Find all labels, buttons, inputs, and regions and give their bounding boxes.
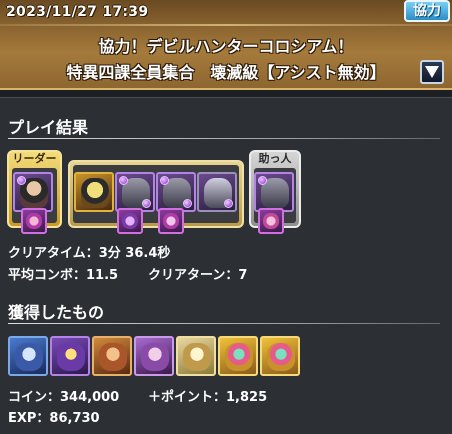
drop-portrait: [15, 343, 43, 371]
assist-portrait: [263, 213, 279, 229]
helper-assist-icon[interactable]: [258, 208, 284, 234]
drop-item-1-icon[interactable]: [8, 336, 48, 376]
sub-3-assist-icon[interactable]: [158, 208, 184, 234]
leader-label: リーダー: [12, 152, 57, 165]
dark-subattribute-icon: [142, 199, 151, 208]
helper-monster-icon[interactable]: [254, 172, 294, 212]
drop-item-2-icon[interactable]: [50, 336, 90, 376]
leader-assist-icon[interactable]: [21, 208, 47, 234]
section-divider: [8, 138, 440, 139]
drop-item-4-icon[interactable]: [134, 336, 174, 376]
drop-item-3-icon[interactable]: [92, 336, 132, 376]
drop-item-5-icon[interactable]: [176, 336, 216, 376]
dungeon-header: 2023/11/27 17:39 協力 協力！デビルハンターコロシアム！ 特異四…: [0, 0, 452, 90]
drop-portrait: [141, 343, 169, 371]
drop-portrait: [57, 343, 85, 371]
dark-attribute-icon: [258, 176, 267, 185]
drop-portrait: [183, 343, 211, 371]
obtained-items-heading: 獲得したもの: [8, 303, 105, 322]
leader-monster-icon[interactable]: [13, 172, 53, 212]
triangle-down-icon: [425, 66, 439, 78]
section-divider: [8, 323, 440, 324]
coins-earned: コイン：344,000: [8, 390, 120, 405]
sub-monster-3-icon[interactable]: [156, 172, 196, 212]
expand-dropdown-button[interactable]: [420, 60, 444, 84]
monster-portrait: [81, 178, 109, 208]
clear-time: クリアタイム：3分 36.4秒: [8, 246, 171, 261]
points-earned: ＋ポイント：1,825: [148, 390, 268, 405]
sub-monster-1-icon[interactable]: [74, 172, 114, 212]
clear-turns: クリアターン：7: [148, 268, 248, 283]
dark-attribute-icon: [160, 176, 169, 185]
drop-portrait: [225, 343, 253, 371]
sub-monster-2-icon[interactable]: [115, 172, 155, 212]
timestamp: 2023/11/27 17:39: [6, 4, 149, 20]
assist-portrait: [122, 213, 138, 229]
exp-earned: EXP：86,730: [8, 411, 100, 426]
helper-label: 助っ人: [258, 152, 292, 165]
dark-subattribute-icon: [183, 199, 192, 208]
drop-portrait: [267, 343, 295, 371]
floor-title: 特異四課全員集合 壊滅級【アシスト無効】: [66, 63, 386, 82]
drop-portrait: [99, 343, 127, 371]
average-combo: 平均コンボ：11.5: [8, 268, 119, 283]
coop-mode-badge: 協力: [404, 0, 450, 22]
dungeon-title: 協力！デビルハンターコロシアム！: [98, 37, 354, 56]
dark-attribute-icon: [119, 176, 128, 185]
dark-attribute-icon: [17, 176, 26, 185]
sub-2-assist-icon[interactable]: [117, 208, 143, 234]
dark-subattribute-icon: [224, 199, 233, 208]
assist-portrait: [163, 213, 179, 229]
drop-item-7-icon[interactable]: [260, 336, 300, 376]
drop-item-6-icon[interactable]: [218, 336, 258, 376]
play-result-heading: プレイ結果: [8, 118, 89, 137]
sub-monster-4-icon[interactable]: [197, 172, 237, 212]
assist-portrait: [26, 213, 42, 229]
